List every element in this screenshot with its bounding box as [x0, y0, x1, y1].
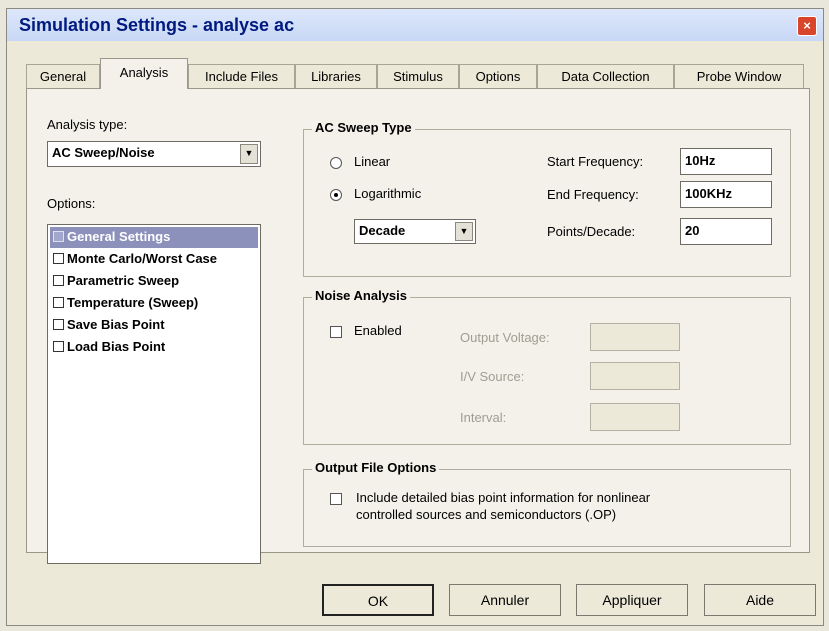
iv-source-label: I/V Source: — [460, 369, 525, 384]
tab-probe-window[interactable]: Probe Window — [674, 64, 804, 88]
window-title: Simulation Settings - analyse ac — [19, 15, 295, 35]
analysis-type-label: Analysis type: — [47, 117, 128, 132]
output-voltage-label: Output Voltage: — [460, 330, 550, 345]
log-mode-value: Decade — [359, 223, 406, 238]
options-label: Options: — [47, 196, 96, 211]
chevron-down-icon[interactable]: ▼ — [240, 144, 258, 164]
help-button[interactable]: Aide — [704, 584, 816, 616]
tab-options[interactable]: Options — [459, 64, 537, 88]
points-per-decade-label: Points/Decade: — [547, 224, 636, 239]
log-mode-select[interactable]: Decade ▼ — [354, 219, 476, 244]
iv-source-input[interactable] — [590, 362, 680, 390]
linear-label: Linear — [354, 154, 391, 169]
linear-radio[interactable] — [330, 157, 342, 169]
interval-label: Interval: — [460, 410, 507, 425]
option-parametric-sweep[interactable]: Parametric Sweep — [50, 271, 258, 292]
checkbox-icon[interactable] — [53, 297, 64, 308]
checkbox-icon[interactable] — [53, 319, 64, 330]
cancel-button[interactable]: Annuler — [449, 584, 561, 616]
output-file-title: Output File Options — [312, 460, 440, 475]
ok-button[interactable]: OK — [322, 584, 434, 616]
points-per-decade-input[interactable]: 20 — [680, 218, 772, 245]
bias-point-label-line1: Include detailed bias point information … — [356, 490, 651, 505]
start-frequency-input[interactable]: 10Hz — [680, 148, 772, 175]
tab-include-files[interactable]: Include Files — [188, 64, 295, 88]
checkbox-icon[interactable] — [53, 275, 64, 286]
logarithmic-label: Logarithmic — [354, 186, 422, 201]
chevron-down-icon[interactable]: ▼ — [455, 222, 473, 241]
bias-point-label-line2: controlled sources and semiconductors (.… — [356, 507, 617, 522]
start-frequency-label: Start Frequency: — [547, 154, 644, 169]
option-load-bias-point[interactable]: Load Bias Point — [50, 337, 258, 358]
analysis-type-value: AC Sweep/Noise — [52, 145, 155, 160]
output-file-group: Output File Options Include detailed bia… — [303, 460, 791, 547]
option-general-settings[interactable]: General Settings — [50, 227, 258, 248]
options-list[interactable]: General Settings Monte Carlo/Worst Case … — [47, 224, 261, 564]
logarithmic-radio[interactable] — [330, 189, 342, 201]
checkbox-icon[interactable] — [53, 341, 64, 352]
noise-analysis-title: Noise Analysis — [312, 288, 411, 303]
tab-analysis[interactable]: Analysis — [100, 58, 188, 89]
ac-sweep-title: AC Sweep Type — [312, 120, 415, 135]
end-frequency-label: End Frequency: — [547, 187, 639, 202]
tab-stimulus[interactable]: Stimulus — [377, 64, 459, 88]
checkbox-icon[interactable] — [53, 231, 64, 242]
checkbox-icon[interactable] — [53, 253, 64, 264]
noise-enabled-checkbox[interactable] — [330, 326, 342, 338]
ac-sweep-group: AC Sweep Type Linear Logarithmic Decade … — [303, 120, 791, 277]
option-save-bias-point[interactable]: Save Bias Point — [50, 315, 258, 336]
noise-analysis-group: Noise Analysis Enabled Output Voltage: I… — [303, 288, 791, 445]
interval-input[interactable] — [590, 403, 680, 431]
apply-button[interactable]: Appliquer — [576, 584, 688, 616]
option-temperature-sweep[interactable]: Temperature (Sweep) — [50, 293, 258, 314]
analysis-panel: Analysis type: AC Sweep/Noise ▼ Options:… — [26, 88, 810, 564]
bias-point-checkbox[interactable] — [330, 493, 342, 505]
end-frequency-input[interactable]: 100KHz — [680, 181, 772, 208]
tab-general[interactable]: General — [26, 64, 100, 88]
close-icon[interactable]: × — [797, 16, 817, 36]
tab-libraries[interactable]: Libraries — [295, 64, 377, 88]
tab-strip: General Analysis Include Files Libraries… — [26, 58, 819, 89]
analysis-type-select[interactable]: AC Sweep/Noise ▼ — [47, 141, 261, 167]
noise-enabled-label: Enabled — [354, 323, 402, 338]
option-monte-carlo[interactable]: Monte Carlo/Worst Case — [50, 249, 258, 270]
title-bar[interactable]: Simulation Settings - analyse ac × — [7, 9, 823, 41]
tab-data-collection[interactable]: Data Collection — [537, 64, 674, 88]
output-voltage-input[interactable] — [590, 323, 680, 351]
